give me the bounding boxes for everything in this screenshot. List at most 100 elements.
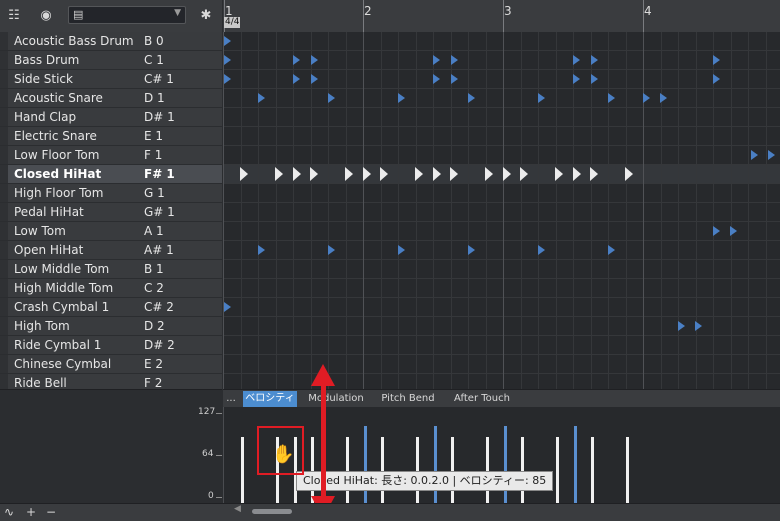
note-event[interactable] xyxy=(363,167,371,181)
velocity-bar[interactable] xyxy=(504,426,507,503)
note-event[interactable] xyxy=(573,74,580,84)
note-event[interactable] xyxy=(608,245,615,255)
drum-row[interactable]: Low Middle Tom B 1 xyxy=(0,260,222,279)
drum-row[interactable]: Side Stick C# 1 xyxy=(0,70,222,89)
drum-row[interactable]: Acoustic Bass Drum B 0 xyxy=(0,32,222,51)
note-event[interactable] xyxy=(695,321,702,331)
drum-icon[interactable]: ◉ xyxy=(38,8,54,24)
tab-pitch-bend[interactable]: Pitch Bend xyxy=(375,391,441,407)
note-event[interactable] xyxy=(293,167,301,181)
note-event[interactable] xyxy=(415,167,423,181)
tab-after-touch[interactable]: After Touch xyxy=(447,391,517,407)
note-event[interactable] xyxy=(573,167,581,181)
velocity-bar[interactable] xyxy=(364,426,367,503)
plus-icon[interactable]: + xyxy=(26,504,36,521)
note-event[interactable] xyxy=(573,55,580,65)
drum-row[interactable]: Crash Cymbal 1 C# 2 xyxy=(0,298,222,317)
minus-icon[interactable]: − xyxy=(46,504,56,521)
note-grid[interactable] xyxy=(223,32,780,389)
drum-row[interactable]: Acoustic Snare D 1 xyxy=(0,89,222,108)
note-event[interactable] xyxy=(730,226,737,236)
note-event[interactable] xyxy=(451,55,458,65)
note-event[interactable] xyxy=(643,93,650,103)
velocity-bar[interactable] xyxy=(381,437,384,503)
note-event[interactable] xyxy=(450,167,458,181)
tab-velocity[interactable]: ベロシティ xyxy=(243,391,297,407)
note-event[interactable] xyxy=(433,55,440,65)
timeline-ruler[interactable]: 1 4/4 2 3 4 xyxy=(223,0,780,33)
note-event[interactable] xyxy=(328,93,335,103)
note-event[interactable] xyxy=(468,245,475,255)
velocity-bar[interactable] xyxy=(241,437,244,503)
note-event[interactable] xyxy=(538,245,545,255)
note-event[interactable] xyxy=(485,167,493,181)
note-event[interactable] xyxy=(503,167,511,181)
drum-row[interactable]: Closed HiHat F# 1 xyxy=(0,165,222,184)
note-event[interactable] xyxy=(625,167,633,181)
tab-modulation[interactable]: Modulation xyxy=(303,391,369,407)
note-event[interactable] xyxy=(520,167,528,181)
note-event[interactable] xyxy=(608,93,615,103)
note-event[interactable] xyxy=(398,93,405,103)
scroll-left-icon[interactable]: ◀ xyxy=(234,504,241,514)
velocity-bar[interactable] xyxy=(416,437,419,503)
note-event[interactable] xyxy=(468,93,475,103)
drum-row[interactable]: Pedal HiHat G# 1 xyxy=(0,203,222,222)
note-event[interactable] xyxy=(591,74,598,84)
note-event[interactable] xyxy=(591,55,598,65)
drum-row[interactable]: Hand Clap D# 1 xyxy=(0,108,222,127)
preset-dropdown[interactable]: ▤ ▼ xyxy=(68,6,186,24)
velocity-bar[interactable] xyxy=(486,437,489,503)
note-event[interactable] xyxy=(713,226,720,236)
velocity-bar[interactable] xyxy=(591,437,594,503)
note-event[interactable] xyxy=(555,167,563,181)
drum-row[interactable]: Low Tom A 1 xyxy=(0,222,222,241)
automation-icon[interactable]: ∿ xyxy=(4,504,14,521)
velocity-bar[interactable] xyxy=(626,437,629,503)
drum-row[interactable]: High Floor Tom G 1 xyxy=(0,184,222,203)
note-event[interactable] xyxy=(380,167,388,181)
drum-row[interactable]: Open HiHat A# 1 xyxy=(0,241,222,260)
more-lanes-button[interactable]: ... xyxy=(223,391,239,407)
track-list-icon[interactable]: ☷ xyxy=(6,8,22,24)
drum-row[interactable]: Electric Snare E 1 xyxy=(0,127,222,146)
note-event[interactable] xyxy=(293,55,300,65)
note-event[interactable] xyxy=(311,74,318,84)
drum-row[interactable]: Chinese Cymbal E 2 xyxy=(0,355,222,374)
velocity-bar[interactable] xyxy=(346,437,349,503)
note-event[interactable] xyxy=(293,74,300,84)
note-event[interactable] xyxy=(538,93,545,103)
velocity-bar[interactable] xyxy=(311,437,314,503)
wrench-icon[interactable]: ✱ xyxy=(198,8,214,24)
drum-row[interactable]: Ride Cymbal 1 D# 2 xyxy=(0,336,222,355)
velocity-bar[interactable] xyxy=(556,437,559,503)
drum-row[interactable]: High Middle Tom C 2 xyxy=(0,279,222,298)
note-event[interactable] xyxy=(713,74,720,84)
horizontal-scrollbar[interactable] xyxy=(252,509,292,514)
note-event[interactable] xyxy=(224,55,231,65)
note-event[interactable] xyxy=(224,302,231,312)
drum-row[interactable]: Bass Drum C 1 xyxy=(0,51,222,70)
note-event[interactable] xyxy=(224,74,231,84)
note-event[interactable] xyxy=(240,167,248,181)
note-event[interactable] xyxy=(451,74,458,84)
velocity-bar[interactable] xyxy=(451,437,454,503)
drum-row[interactable]: Low Floor Tom F 1 xyxy=(0,146,222,165)
note-event[interactable] xyxy=(660,93,667,103)
note-event[interactable] xyxy=(345,167,353,181)
velocity-bar[interactable] xyxy=(434,426,437,503)
note-event[interactable] xyxy=(398,245,405,255)
note-event[interactable] xyxy=(433,167,441,181)
drum-row[interactable]: High Tom D 2 xyxy=(0,317,222,336)
note-event[interactable] xyxy=(751,150,758,160)
note-event[interactable] xyxy=(433,74,440,84)
note-event[interactable] xyxy=(590,167,598,181)
note-event[interactable] xyxy=(258,93,265,103)
note-event[interactable] xyxy=(310,167,318,181)
note-event[interactable] xyxy=(258,245,265,255)
note-event[interactable] xyxy=(713,55,720,65)
velocity-bar[interactable] xyxy=(521,437,524,503)
note-event[interactable] xyxy=(678,321,685,331)
note-event[interactable] xyxy=(768,150,775,160)
velocity-bar[interactable] xyxy=(574,426,577,503)
